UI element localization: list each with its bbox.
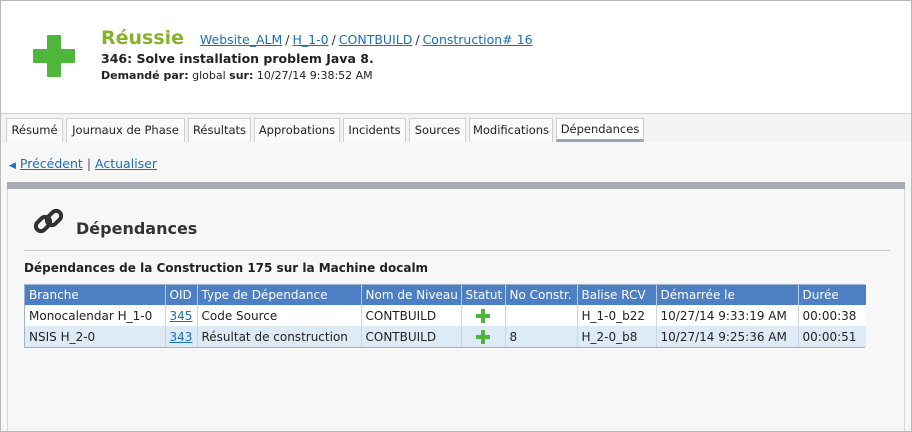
tab-bar: Résumé Journaux de Phase Résultats Appro…	[1, 113, 911, 142]
breadcrumb-h-1-0[interactable]: H_1-0	[293, 32, 329, 47]
tab-journaux-de-phase[interactable]: Journaux de Phase	[66, 118, 185, 142]
column-header[interactable]: Nom de Niveau	[361, 285, 462, 305]
tab-sources[interactable]: Sources	[409, 118, 466, 142]
dependencies-subtitle: Dépendances de la Construction 175 sur l…	[24, 261, 429, 275]
level-cell: CONTBUILD	[361, 326, 462, 347]
dependencies-panel: Dépendances Dépendances de la Constructi…	[7, 189, 905, 431]
column-header[interactable]: Balise RCV	[577, 285, 657, 305]
breadcrumb-construction[interactable]: Construction# 16	[423, 32, 533, 47]
content-area: ◀ Précédent | Actualiser Dépendances Dépend…	[1, 142, 911, 431]
table-row: NSIS H_2-0 343 Résultat de construction …	[25, 326, 866, 347]
chain-link-icon	[33, 208, 64, 234]
rcv-tag-cell: H_1-0_b22	[577, 305, 657, 326]
back-arrow-icon: ◀	[9, 161, 16, 171]
table-row: Monocalendar H_1-0 345 Code Source CONTB…	[25, 305, 866, 326]
started-cell: 10/27/14 9:25:36 AM	[656, 326, 799, 347]
started-cell: 10/27/14 9:33:19 AM	[656, 305, 799, 326]
oid-link[interactable]: 343	[170, 330, 193, 344]
status-success-icon	[475, 329, 490, 344]
tab-dependances[interactable]: Dépendances	[556, 118, 644, 142]
dependencies-table: Branche OID Type de Dépendance Nom de Ni…	[24, 284, 866, 348]
previous-link[interactable]: Précédent	[20, 156, 83, 171]
tab-resume[interactable]: Résumé	[6, 118, 63, 142]
refresh-link[interactable]: Actualiser	[95, 156, 157, 171]
type-cell: Code Source	[197, 305, 362, 326]
rcv-tag-cell: H_2-0_b8	[577, 326, 657, 347]
requested-date: 10/27/14 9:38:52 AM	[256, 69, 373, 82]
column-header[interactable]: Type de Dépendance	[197, 285, 362, 305]
type-cell: Résultat de construction	[197, 326, 362, 347]
window: Réussie Website_ALM / H_1-0/CONTBUILD / Cons…	[0, 0, 912, 432]
status-success-icon	[475, 308, 490, 323]
duration-cell: 00:00:51	[798, 326, 866, 347]
build-header: Réussie Website_ALM / H_1-0/CONTBUILD / Cons…	[1, 1, 911, 113]
branch-cell: NSIS H_2-0	[25, 326, 166, 347]
status-text: Réussie	[101, 27, 185, 49]
tab-approbations[interactable]: Approbations	[254, 118, 340, 142]
build-number-cell	[505, 305, 578, 326]
table-header-row: Branche OID Type de Dépendance Nom de Ni…	[25, 285, 866, 305]
tab-incidents[interactable]: Incidents	[343, 118, 406, 142]
requested-by-value: global	[192, 69, 226, 82]
section-title: Dépendances	[76, 219, 198, 238]
branch-cell: Monocalendar H_1-0	[25, 305, 166, 326]
column-header[interactable]: Durée	[798, 285, 866, 305]
breadcrumb-contbuild[interactable]: CONTBUILD	[339, 32, 413, 47]
action-links: ◀ Précédent | Actualiser	[9, 156, 158, 171]
requested-line: Demandé par: global sur: 10/27/14 9:38:5…	[101, 69, 373, 82]
duration-cell: 00:00:38	[798, 305, 866, 326]
column-header[interactable]: Démarrée le	[656, 285, 799, 305]
tab-resultats[interactable]: Résultats	[188, 118, 251, 142]
column-header[interactable]: OID	[165, 285, 198, 305]
column-header[interactable]: Branche	[25, 285, 166, 305]
build-number-cell: 8	[505, 326, 578, 347]
divider	[24, 250, 890, 251]
build-title: 346: Solve installation problem Java 8.	[101, 51, 374, 66]
column-header[interactable]: Statut	[461, 285, 506, 305]
breadcrumb-website-alm[interactable]: Website_ALM	[200, 32, 282, 47]
on-label: sur:	[229, 69, 254, 82]
column-header[interactable]: No Constr.	[505, 285, 578, 305]
oid-link[interactable]: 345	[170, 309, 193, 323]
success-plus-icon	[33, 35, 75, 77]
tab-modifications[interactable]: Modifications	[469, 118, 553, 142]
level-cell: CONTBUILD	[361, 305, 462, 326]
section-divider-bar	[7, 182, 905, 189]
title-line: Réussie Website_ALM / H_1-0/CONTBUILD / Cons…	[101, 27, 533, 49]
requested-by-label: Demandé par:	[101, 69, 189, 82]
